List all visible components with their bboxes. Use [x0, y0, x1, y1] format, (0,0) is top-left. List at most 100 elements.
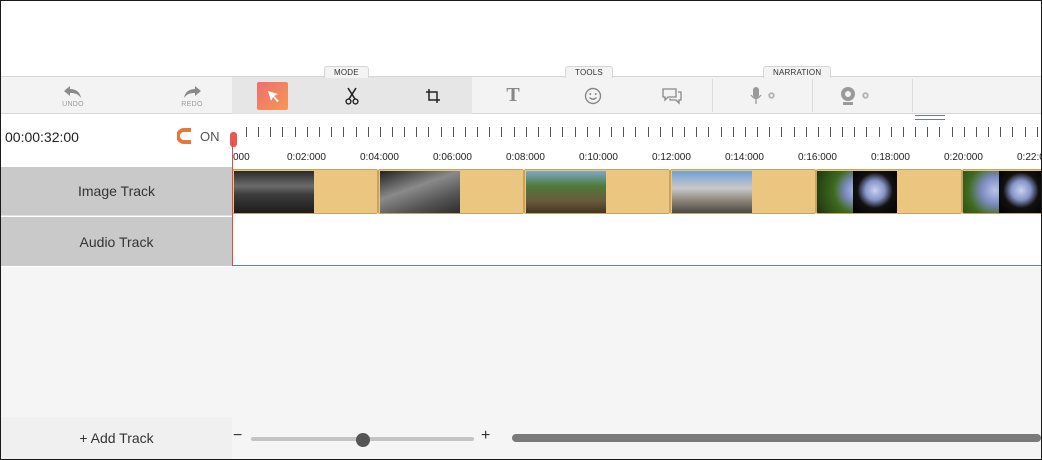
- ruler-tick: [356, 127, 357, 137]
- ruler-tick: [416, 127, 417, 137]
- audio-track-lane[interactable]: [232, 217, 1041, 266]
- add-track-button[interactable]: + Add Track: [1, 417, 232, 459]
- ruler-tick: [623, 127, 624, 137]
- playhead-line: [232, 141, 233, 266]
- cursor-arrow-icon: [267, 91, 279, 102]
- ruler-tick-label: 0:08:000: [506, 152, 545, 163]
- ruler-tick: [477, 127, 478, 137]
- ruler-tick-label: 0:14:000: [725, 152, 764, 163]
- ruler-tick: [903, 127, 904, 137]
- clip-thumbnail: [526, 171, 606, 213]
- snap-toggle[interactable]: ON: [177, 128, 220, 144]
- undo-button[interactable]: UNDO: [51, 77, 95, 114]
- ruler-tick: [830, 127, 831, 137]
- top-blank-area: [1, 1, 1041, 76]
- ruler-tick: [672, 127, 673, 137]
- ruler-tick-label: 0:02:000: [287, 152, 326, 163]
- crop-tool-button[interactable]: [417, 77, 449, 114]
- image-clip[interactable]: [670, 169, 816, 214]
- redo-button[interactable]: REDO: [170, 77, 214, 114]
- magnet-icon: [177, 128, 191, 144]
- ruler-tick: [465, 127, 466, 137]
- clip-thumbnail: [999, 171, 1041, 213]
- ruler-tick: [319, 127, 320, 137]
- microphone-icon: [750, 86, 762, 104]
- toolbar-separator: [912, 79, 913, 112]
- ruler-tick: [441, 127, 442, 137]
- ruler-tick: [769, 127, 770, 137]
- ruler-tick: [295, 127, 296, 137]
- panel-resize-handle[interactable]: [915, 115, 945, 123]
- ruler-tick: [501, 127, 502, 137]
- image-clip[interactable]: [232, 169, 378, 214]
- speech-bubble-icon: [662, 87, 682, 105]
- ruler-tick: [806, 127, 807, 137]
- ruler-tick: [599, 127, 600, 137]
- audio-track-name: Audio Track: [79, 233, 154, 250]
- select-tool-button[interactable]: [257, 82, 288, 110]
- ruler-tick: [380, 127, 381, 137]
- emoji-tool-button[interactable]: [579, 77, 607, 114]
- image-clip[interactable]: [962, 169, 1041, 214]
- clip-thumbnail: [672, 171, 752, 213]
- ruler-tick: [392, 127, 393, 137]
- ruler-tick: [489, 127, 490, 137]
- track-label[interactable]: Image Track: [1, 167, 232, 216]
- ruler-tick: [733, 127, 734, 137]
- ruler-tick: [927, 127, 928, 137]
- ruler-tick: [891, 127, 892, 137]
- image-clip[interactable]: [524, 169, 670, 214]
- zoom-out-button[interactable]: −: [233, 427, 242, 445]
- ruler-tick: [939, 127, 940, 137]
- ruler-tick: [1037, 127, 1038, 137]
- horizontal-scrollbar[interactable]: [512, 434, 1041, 442]
- toolbar: UNDO REDO MODE TOOLS T NARRATION: [1, 66, 1041, 114]
- empty-timeline-area: [1, 267, 1041, 417]
- text-tool-button[interactable]: T: [498, 77, 528, 114]
- webcam-icon: [841, 86, 855, 105]
- ruler-tick: [331, 127, 332, 137]
- ruler-tick: [988, 127, 989, 137]
- ruler-tick: [794, 127, 795, 137]
- ruler-tick: [952, 127, 953, 137]
- toolbar-separator: [712, 79, 713, 112]
- ruler-tick: [684, 127, 685, 137]
- ruler-tick: [514, 127, 515, 137]
- ruler-tick: [708, 127, 709, 137]
- toolbar-separator: [812, 79, 813, 112]
- zoom-slider-handle[interactable]: [355, 433, 370, 447]
- ruler-tick-label: 0:18:000: [871, 152, 910, 163]
- gear-icon: [768, 92, 775, 99]
- clip-thumbnail: [853, 171, 897, 213]
- ruler-tick-label: 000: [233, 152, 250, 163]
- cut-tool-button[interactable]: [336, 77, 368, 114]
- ruler-tick: [307, 127, 308, 137]
- ruler-tick-label: 0:04:000: [360, 152, 399, 163]
- callout-tool-button[interactable]: [656, 77, 688, 114]
- webcam-narration-button[interactable]: [835, 77, 875, 114]
- ruler-tick: [842, 127, 843, 137]
- ruler-tick: [526, 127, 527, 137]
- ruler-tick: [696, 127, 697, 137]
- ruler-tick: [282, 127, 283, 137]
- image-clip[interactable]: [816, 169, 962, 214]
- ruler-tick: [1025, 127, 1026, 137]
- ruler-tick: [538, 127, 539, 137]
- ruler-tick: [635, 127, 636, 137]
- image-track-lane[interactable]: [232, 167, 1041, 216]
- ruler-tick: [660, 127, 661, 137]
- ruler-tick: [587, 127, 588, 137]
- ruler-tick: [611, 127, 612, 137]
- clip-thumbnail: [380, 171, 460, 213]
- voice-narration-button[interactable]: [743, 77, 783, 114]
- gear-icon: [862, 92, 869, 99]
- track-label[interactable]: Audio Track: [1, 217, 232, 266]
- image-clip[interactable]: [378, 169, 524, 214]
- ruler-tick: [1000, 127, 1001, 137]
- ruler-tick-label: 0:10:000: [579, 152, 618, 163]
- timecode-display: 00:00:32:00: [5, 129, 79, 145]
- ruler-tick: [343, 127, 344, 137]
- smiley-icon: [584, 87, 602, 104]
- ruler-tick: [270, 127, 271, 137]
- zoom-in-button[interactable]: +: [481, 427, 490, 445]
